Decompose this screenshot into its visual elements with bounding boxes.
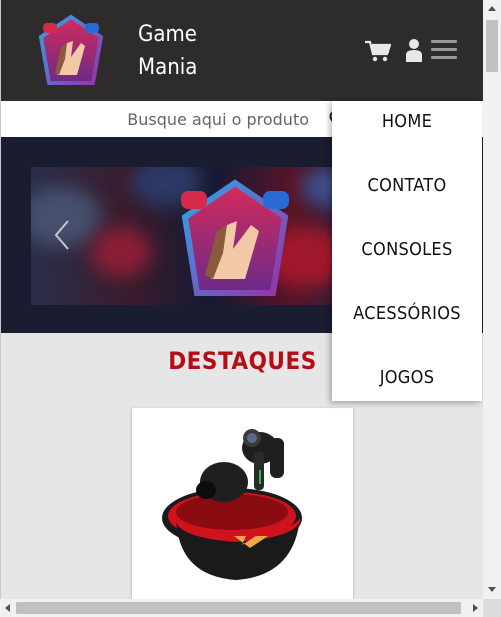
scroll-right-arrow-icon[interactable] bbox=[473, 604, 478, 612]
product-card[interactable] bbox=[132, 408, 353, 599]
nav-item-contato[interactable]: CONTATO bbox=[332, 175, 482, 196]
user-icon[interactable] bbox=[405, 38, 423, 62]
menu-icon[interactable] bbox=[431, 40, 457, 60]
brand-name[interactable]: Game Mania bbox=[138, 18, 197, 84]
nav-item-consoles[interactable]: CONSOLES bbox=[332, 239, 482, 260]
chevron-left-icon[interactable] bbox=[53, 219, 71, 251]
scroll-up-arrow-icon[interactable] bbox=[488, 6, 496, 11]
nav-item-jogos[interactable]: JOGOS bbox=[332, 367, 482, 388]
nav-dropdown-menu: HOME CONTATO CONSOLES ACESSÓRIOS JOGOS bbox=[332, 101, 482, 401]
product-image bbox=[162, 429, 302, 580]
scroll-left-arrow-icon[interactable] bbox=[5, 604, 10, 612]
cart-icon[interactable] bbox=[365, 40, 391, 62]
brand-line-2: Mania bbox=[138, 55, 198, 80]
nav-item-home[interactable]: HOME bbox=[332, 111, 482, 132]
horizontal-scroll-thumb[interactable] bbox=[16, 602, 461, 614]
nav-item-acessorios[interactable]: ACESSÓRIOS bbox=[332, 303, 482, 324]
top-navbar: Game Mania bbox=[1, 0, 484, 101]
carousel-slide[interactable] bbox=[31, 167, 361, 305]
scrollbar-corner bbox=[483, 599, 501, 617]
search-input[interactable] bbox=[1, 101, 331, 137]
game-mania-logo-icon bbox=[181, 179, 289, 296]
logo-icon[interactable] bbox=[37, 13, 105, 89]
brand-line-1: Game bbox=[138, 22, 197, 47]
vertical-scroll-thumb[interactable] bbox=[486, 20, 498, 72]
horizontal-scrollbar[interactable] bbox=[0, 599, 483, 617]
vertical-scrollbar[interactable] bbox=[483, 0, 501, 599]
scroll-down-arrow-icon[interactable] bbox=[488, 587, 496, 592]
